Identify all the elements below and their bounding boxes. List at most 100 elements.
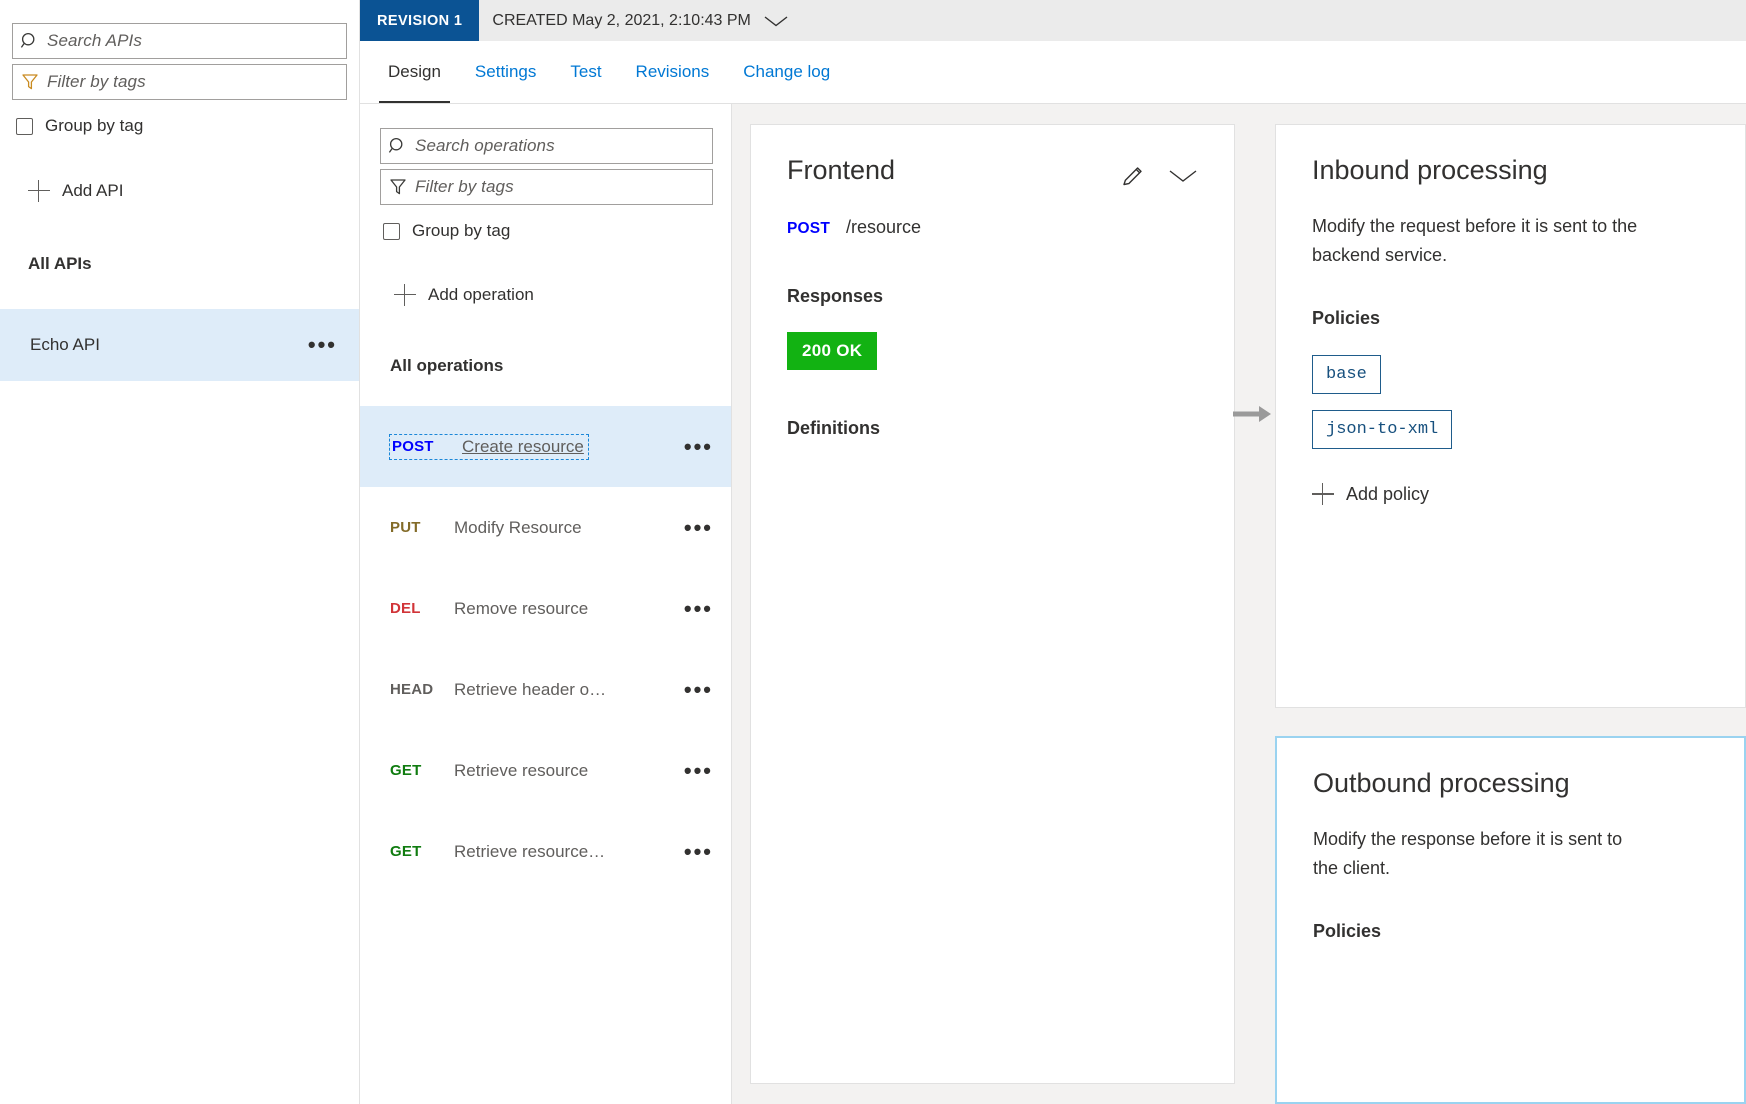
add-operation-label: Add operation xyxy=(428,285,534,304)
operation-row-retrieve-resource-2[interactable]: GET Retrieve resource… ••• xyxy=(360,811,731,892)
plus-icon xyxy=(28,180,50,202)
operation-name: Retrieve header o… xyxy=(454,679,607,699)
frontend-card-header: Frontend xyxy=(787,155,1198,189)
flow-arrow-column xyxy=(1233,124,1275,1104)
frontend-card: Frontend POST /resource Responses 200 OK… xyxy=(750,124,1235,1084)
tab-label: Revisions xyxy=(635,62,710,81)
operation-name: Create resource xyxy=(462,436,584,456)
operation-context-menu-button[interactable]: ••• xyxy=(684,435,713,457)
inbound-title: Inbound processing xyxy=(1312,155,1548,185)
tab-label: Design xyxy=(388,62,441,81)
filter-by-tags-input[interactable]: Filter by tags xyxy=(12,64,347,100)
frontend-column: Frontend POST /resource Responses 200 OK… xyxy=(750,124,1235,1104)
operation-row-remove-resource[interactable]: DEL Remove resource ••• xyxy=(360,568,731,649)
group-by-tag-label: Group by tag xyxy=(45,116,144,135)
add-api-label: Add API xyxy=(62,181,124,200)
frontend-card-actions xyxy=(1120,155,1198,189)
outbound-processing-card: Outbound processing Modify the response … xyxy=(1275,736,1746,1104)
frontend-title: Frontend xyxy=(787,155,896,185)
outbound-description: Modify the response before it is sent to… xyxy=(1313,829,1623,879)
operation-verb: POST xyxy=(392,438,434,455)
operation-verb: HEAD xyxy=(390,681,434,698)
main-area: REVISION 1 CREATED May 2, 2021, 2:10:43 … xyxy=(360,0,1746,1104)
search-operations-placeholder: Search operations xyxy=(415,136,555,155)
tab-revisions[interactable]: Revisions xyxy=(619,41,727,103)
operations-group-by-tag-label: Group by tag xyxy=(412,221,511,240)
tab-settings[interactable]: Settings xyxy=(458,41,553,103)
chevron-down-icon[interactable] xyxy=(1168,168,1198,184)
tab-change-log[interactable]: Change log xyxy=(726,41,847,103)
operation-row-create-resource[interactable]: POST Create resource ••• xyxy=(360,406,731,487)
search-icon xyxy=(381,136,415,156)
tab-label: Change log xyxy=(743,62,831,81)
tab-test[interactable]: Test xyxy=(553,41,618,103)
response-status-badge[interactable]: 200 OK xyxy=(787,332,878,370)
operation-context-menu-button[interactable]: ••• xyxy=(684,678,713,700)
policy-chip-json-to-xml[interactable]: json-to-xml xyxy=(1312,410,1453,450)
filter-icon xyxy=(381,177,415,197)
operation-verb: GET xyxy=(390,843,422,860)
operation-name: Modify Resource xyxy=(454,517,582,537)
pencil-icon[interactable] xyxy=(1120,163,1146,189)
all-operations-heading: All operations xyxy=(390,356,504,375)
operations-filter-tags-input[interactable]: Filter by tags xyxy=(380,169,713,205)
operation-verb: GET xyxy=(390,762,422,779)
search-apis-input[interactable]: Search APIs xyxy=(12,23,347,59)
checkbox-square-icon xyxy=(16,117,33,135)
operation-context-menu-button[interactable]: ••• xyxy=(684,597,713,619)
inbound-processing-card: Inbound processing Modify the request be… xyxy=(1275,124,1746,708)
revision-selector[interactable]: CREATED May 2, 2021, 2:10:43 PM xyxy=(492,0,788,41)
responses-heading: Responses xyxy=(787,286,884,306)
frontend-path: /resource xyxy=(846,217,922,237)
inbound-description: Modify the request before it is sent to … xyxy=(1312,216,1638,266)
group-by-tag-checkbox[interactable]: Group by tag xyxy=(16,116,359,136)
operation-context-menu-button[interactable]: ••• xyxy=(684,759,713,781)
definitions-heading: Definitions xyxy=(787,418,880,438)
chevron-down-icon[interactable] xyxy=(763,14,789,28)
revision-bar: REVISION 1 CREATED May 2, 2021, 2:10:43 … xyxy=(360,0,1746,41)
all-apis-heading: All APIs xyxy=(28,254,92,273)
arrow-right-icon xyxy=(1233,402,1273,431)
design-canvas: Frontend POST /resource Responses 200 OK… xyxy=(732,104,1746,1104)
api-list-sidebar: Search APIs Filter by tags Group by tag … xyxy=(0,0,360,1104)
outbound-title: Outbound processing xyxy=(1313,768,1570,798)
operation-verb: PUT xyxy=(390,519,421,536)
sidebar-item-echo-api[interactable]: Echo API ••• xyxy=(0,309,359,381)
content-row: Search operations Filter by tags Group b… xyxy=(360,104,1746,1104)
api-name-label: Echo API xyxy=(30,335,100,354)
filter-tags-placeholder: Filter by tags xyxy=(47,72,146,91)
operations-panel: Search operations Filter by tags Group b… xyxy=(360,104,732,1104)
frontend-verb: POST xyxy=(787,220,831,237)
revision-created-label: CREATED May 2, 2021, 2:10:43 PM xyxy=(492,11,751,29)
operations-group-by-tag-checkbox[interactable]: Group by tag xyxy=(383,221,731,241)
api-management-design-page: Search APIs Filter by tags Group by tag … xyxy=(0,0,1746,1104)
operation-row-retrieve-header[interactable]: HEAD Retrieve header o… ••• xyxy=(360,649,731,730)
filter-icon xyxy=(13,72,47,92)
checkbox-square-icon xyxy=(383,222,400,240)
revision-badge: REVISION 1 xyxy=(360,0,480,41)
policy-chip-base[interactable]: base xyxy=(1312,355,1381,395)
inbound-policies-heading: Policies xyxy=(1312,308,1381,329)
tab-design[interactable]: Design xyxy=(371,41,458,103)
operation-context-menu-button[interactable]: ••• xyxy=(684,516,713,538)
search-apis-placeholder: Search APIs xyxy=(47,31,142,50)
operation-name: Retrieve resource… xyxy=(454,841,606,861)
api-context-menu-button[interactable]: ••• xyxy=(308,334,337,356)
operation-row-retrieve-resource[interactable]: GET Retrieve resource ••• xyxy=(360,730,731,811)
search-icon xyxy=(13,31,47,51)
tab-label: Settings xyxy=(474,62,537,81)
processing-column: Inbound processing Modify the request be… xyxy=(1275,124,1746,1104)
operation-name: Remove resource xyxy=(454,598,589,618)
search-operations-input[interactable]: Search operations xyxy=(380,128,713,164)
inbound-policy-chips: base json-to-xml xyxy=(1312,355,1709,465)
plus-icon xyxy=(394,284,416,306)
tab-label: Test xyxy=(570,62,602,81)
add-api-button[interactable]: Add API xyxy=(28,180,359,202)
add-policy-button[interactable]: Add policy xyxy=(1312,483,1709,506)
operation-row-modify-resource[interactable]: PUT Modify Resource ••• xyxy=(360,487,731,568)
tab-bar: Design Settings Test Revisions Change lo… xyxy=(360,41,1746,104)
operation-name: Retrieve resource xyxy=(454,760,589,780)
operation-context-menu-button[interactable]: ••• xyxy=(684,840,713,862)
outbound-policies-heading: Policies xyxy=(1313,921,1382,942)
add-operation-button[interactable]: Add operation xyxy=(394,284,731,306)
